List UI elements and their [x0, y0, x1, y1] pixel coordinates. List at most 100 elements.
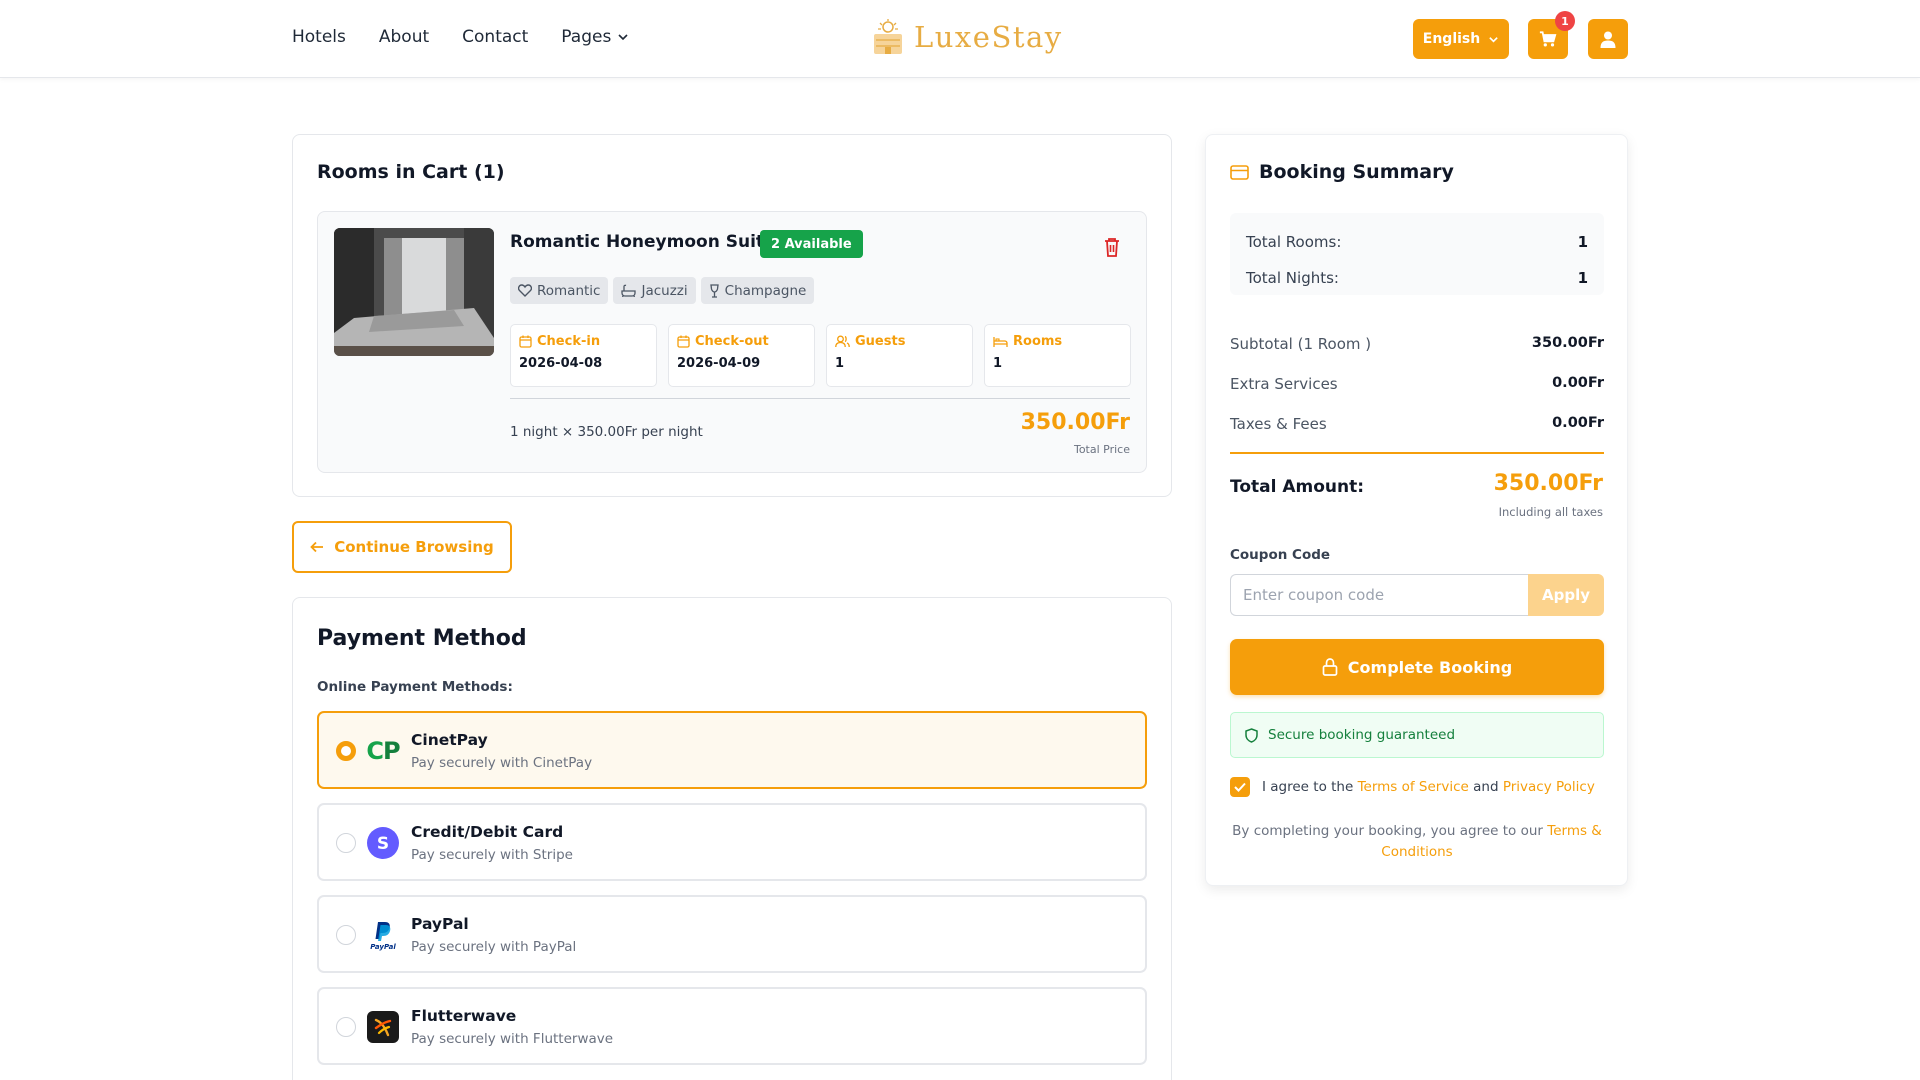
bed-icon — [993, 336, 1008, 347]
payment-name: CinetPay — [411, 731, 488, 749]
nav-hotels[interactable]: Hotels — [292, 27, 346, 47]
radio-card[interactable] — [336, 833, 356, 853]
price-per-night-text: 1 night × 350.00Fr per night — [510, 424, 703, 440]
svg-text:PayPal: PayPal — [370, 943, 396, 951]
hotel-logo-icon — [874, 19, 902, 54]
payment-option-flutterwave[interactable]: Flutterwave Pay securely with Flutterwav… — [317, 987, 1147, 1065]
secure-booking-text: Secure booking guaranteed — [1268, 727, 1456, 743]
total-nights-row: Total Nights: 1 — [1246, 269, 1588, 287]
tag-champagne: Champagne — [700, 277, 815, 304]
language-label: English — [1422, 31, 1481, 47]
subtotal-label: Subtotal (1 Room ) — [1230, 335, 1372, 353]
continue-browsing-button[interactable]: Continue Browsing — [292, 521, 512, 573]
room-image[interactable] — [334, 228, 494, 356]
lock-icon — [1322, 658, 1338, 676]
paypal-logo-icon: PayPal — [367, 919, 399, 951]
calendar-icon — [677, 335, 690, 348]
heart-icon — [518, 284, 532, 297]
payment-method-card: Payment Method Online Payment Methods: C… — [292, 597, 1172, 1080]
total-rooms-value: 1 — [1577, 233, 1588, 251]
checkin-label-text: Check-in — [537, 334, 601, 349]
continue-browsing-label: Continue Browsing — [334, 538, 494, 556]
extra-services-row: Extra Services 0.00Fr — [1230, 375, 1604, 393]
taxes-row: Taxes & Fees 0.00Fr — [1230, 415, 1604, 433]
checkout-label: Check-out — [677, 334, 806, 349]
shield-icon — [1245, 727, 1258, 743]
coupon-code-label: Coupon Code — [1230, 547, 1331, 563]
cart-room-item: Romantic Honeymoon Suite 2 Available Rom… — [317, 211, 1147, 473]
credit-card-icon — [1230, 164, 1249, 180]
language-selector[interactable]: English — [1413, 19, 1509, 59]
checkout-value: 2026-04-09 — [677, 356, 761, 371]
rooms-value: 1 — [993, 356, 1003, 371]
subtotal-value: 350.00Fr — [1531, 335, 1604, 351]
payment-title: Payment Method — [317, 626, 527, 651]
rooms-label: Rooms — [993, 334, 1122, 349]
logo[interactable]: LuxeStay — [870, 18, 1063, 56]
top-header: Hotels About Contact Pages LuxeStay Engl… — [0, 0, 1920, 78]
payment-name: Flutterwave — [411, 1007, 517, 1025]
radio-paypal[interactable] — [336, 925, 356, 945]
user-icon — [1600, 31, 1616, 48]
check-icon — [1234, 782, 1246, 792]
extra-services-value: 0.00Fr — [1552, 375, 1604, 391]
apply-coupon-button[interactable]: Apply — [1528, 574, 1604, 616]
rooms-label-text: Rooms — [1013, 334, 1063, 349]
total-rooms-label: Total Rooms: — [1246, 233, 1342, 251]
payment-desc: Pay securely with PayPal — [411, 939, 577, 955]
logo-text: LuxeStay — [914, 20, 1063, 54]
agree-prefix: I agree to the — [1262, 779, 1354, 795]
subtotal-row: Subtotal (1 Room ) 350.00Fr — [1230, 335, 1604, 353]
cart-icon — [1539, 30, 1557, 47]
room-name[interactable]: Romantic Honeymoon Suite — [510, 232, 776, 252]
total-amount-note: Including all taxes — [1498, 505, 1603, 519]
nav-contact-label: Contact — [462, 27, 529, 47]
nav-about-label: About — [378, 27, 430, 47]
terms-of-service-link[interactable]: Terms of Service — [1358, 779, 1469, 795]
booking-fine-print: By completing your booking, you agree to… — [1230, 821, 1604, 863]
flutterwave-logo-icon — [367, 1011, 399, 1043]
total-amount-value: 350.00Fr — [1493, 471, 1603, 496]
total-amount-label: Total Amount: — [1230, 477, 1365, 497]
radio-cinetpay[interactable] — [336, 741, 356, 761]
checkout-box: Check-out 2026-04-09 — [668, 324, 815, 387]
privacy-policy-link[interactable]: Privacy Policy — [1503, 779, 1595, 795]
payment-option-card[interactable]: S Credit/Debit Card Pay securely with St… — [317, 803, 1147, 881]
arrow-left-icon — [310, 541, 324, 553]
total-rooms-row: Total Rooms: 1 — [1246, 233, 1588, 251]
nav-contact[interactable]: Contact — [462, 27, 528, 47]
taxes-value: 0.00Fr — [1552, 415, 1604, 431]
availability-badge: 2 Available — [760, 230, 863, 258]
tag-label: Champagne — [724, 282, 807, 299]
cart-title: Rooms in Cart (1) — [317, 161, 505, 183]
user-account-button[interactable] — [1588, 19, 1628, 59]
complete-booking-button[interactable]: Complete Booking — [1230, 639, 1604, 695]
nav-hotels-label: Hotels — [292, 27, 346, 47]
wine-glass-icon — [709, 283, 719, 298]
trash-icon[interactable] — [1102, 236, 1122, 258]
terms-checkbox[interactable] — [1230, 777, 1250, 797]
nav-about[interactable]: About — [379, 27, 429, 47]
booking-summary-card: Booking Summary Total Rooms: 1 Total Nig… — [1205, 134, 1628, 886]
users-icon — [835, 335, 850, 348]
tag-label: Romantic — [537, 282, 601, 299]
complete-booking-label: Complete Booking — [1347, 657, 1513, 677]
tag-romantic: Romantic — [510, 277, 609, 304]
summary-title: Booking Summary — [1230, 161, 1454, 183]
radio-flutterwave[interactable] — [336, 1017, 356, 1037]
checkout-label-text: Check-out — [695, 334, 769, 349]
stripe-logo-icon: S — [367, 827, 399, 859]
nav-pages-dropdown[interactable]: Pages — [561, 27, 629, 47]
total-nights-value: 1 — [1577, 269, 1588, 287]
payment-option-cinetpay[interactable]: CP CinetPay Pay securely with CinetPay — [317, 711, 1147, 789]
payment-name: Credit/Debit Card — [411, 823, 564, 841]
guests-value: 1 — [835, 356, 845, 371]
bedroom-photo — [334, 228, 494, 356]
rooms-in-cart-card: Rooms in Cart (1) Romantic Honeymoon Sui… — [292, 134, 1172, 497]
agree-and: and — [1473, 779, 1499, 795]
payment-desc: Pay securely with Flutterwave — [411, 1031, 614, 1047]
payment-option-paypal[interactable]: PayPal PayPal Pay securely with PayPal — [317, 895, 1147, 973]
coupon-code-input[interactable] — [1230, 574, 1528, 616]
chevron-down-icon — [618, 34, 628, 41]
room-total-price-label: Total Price — [1073, 443, 1130, 456]
